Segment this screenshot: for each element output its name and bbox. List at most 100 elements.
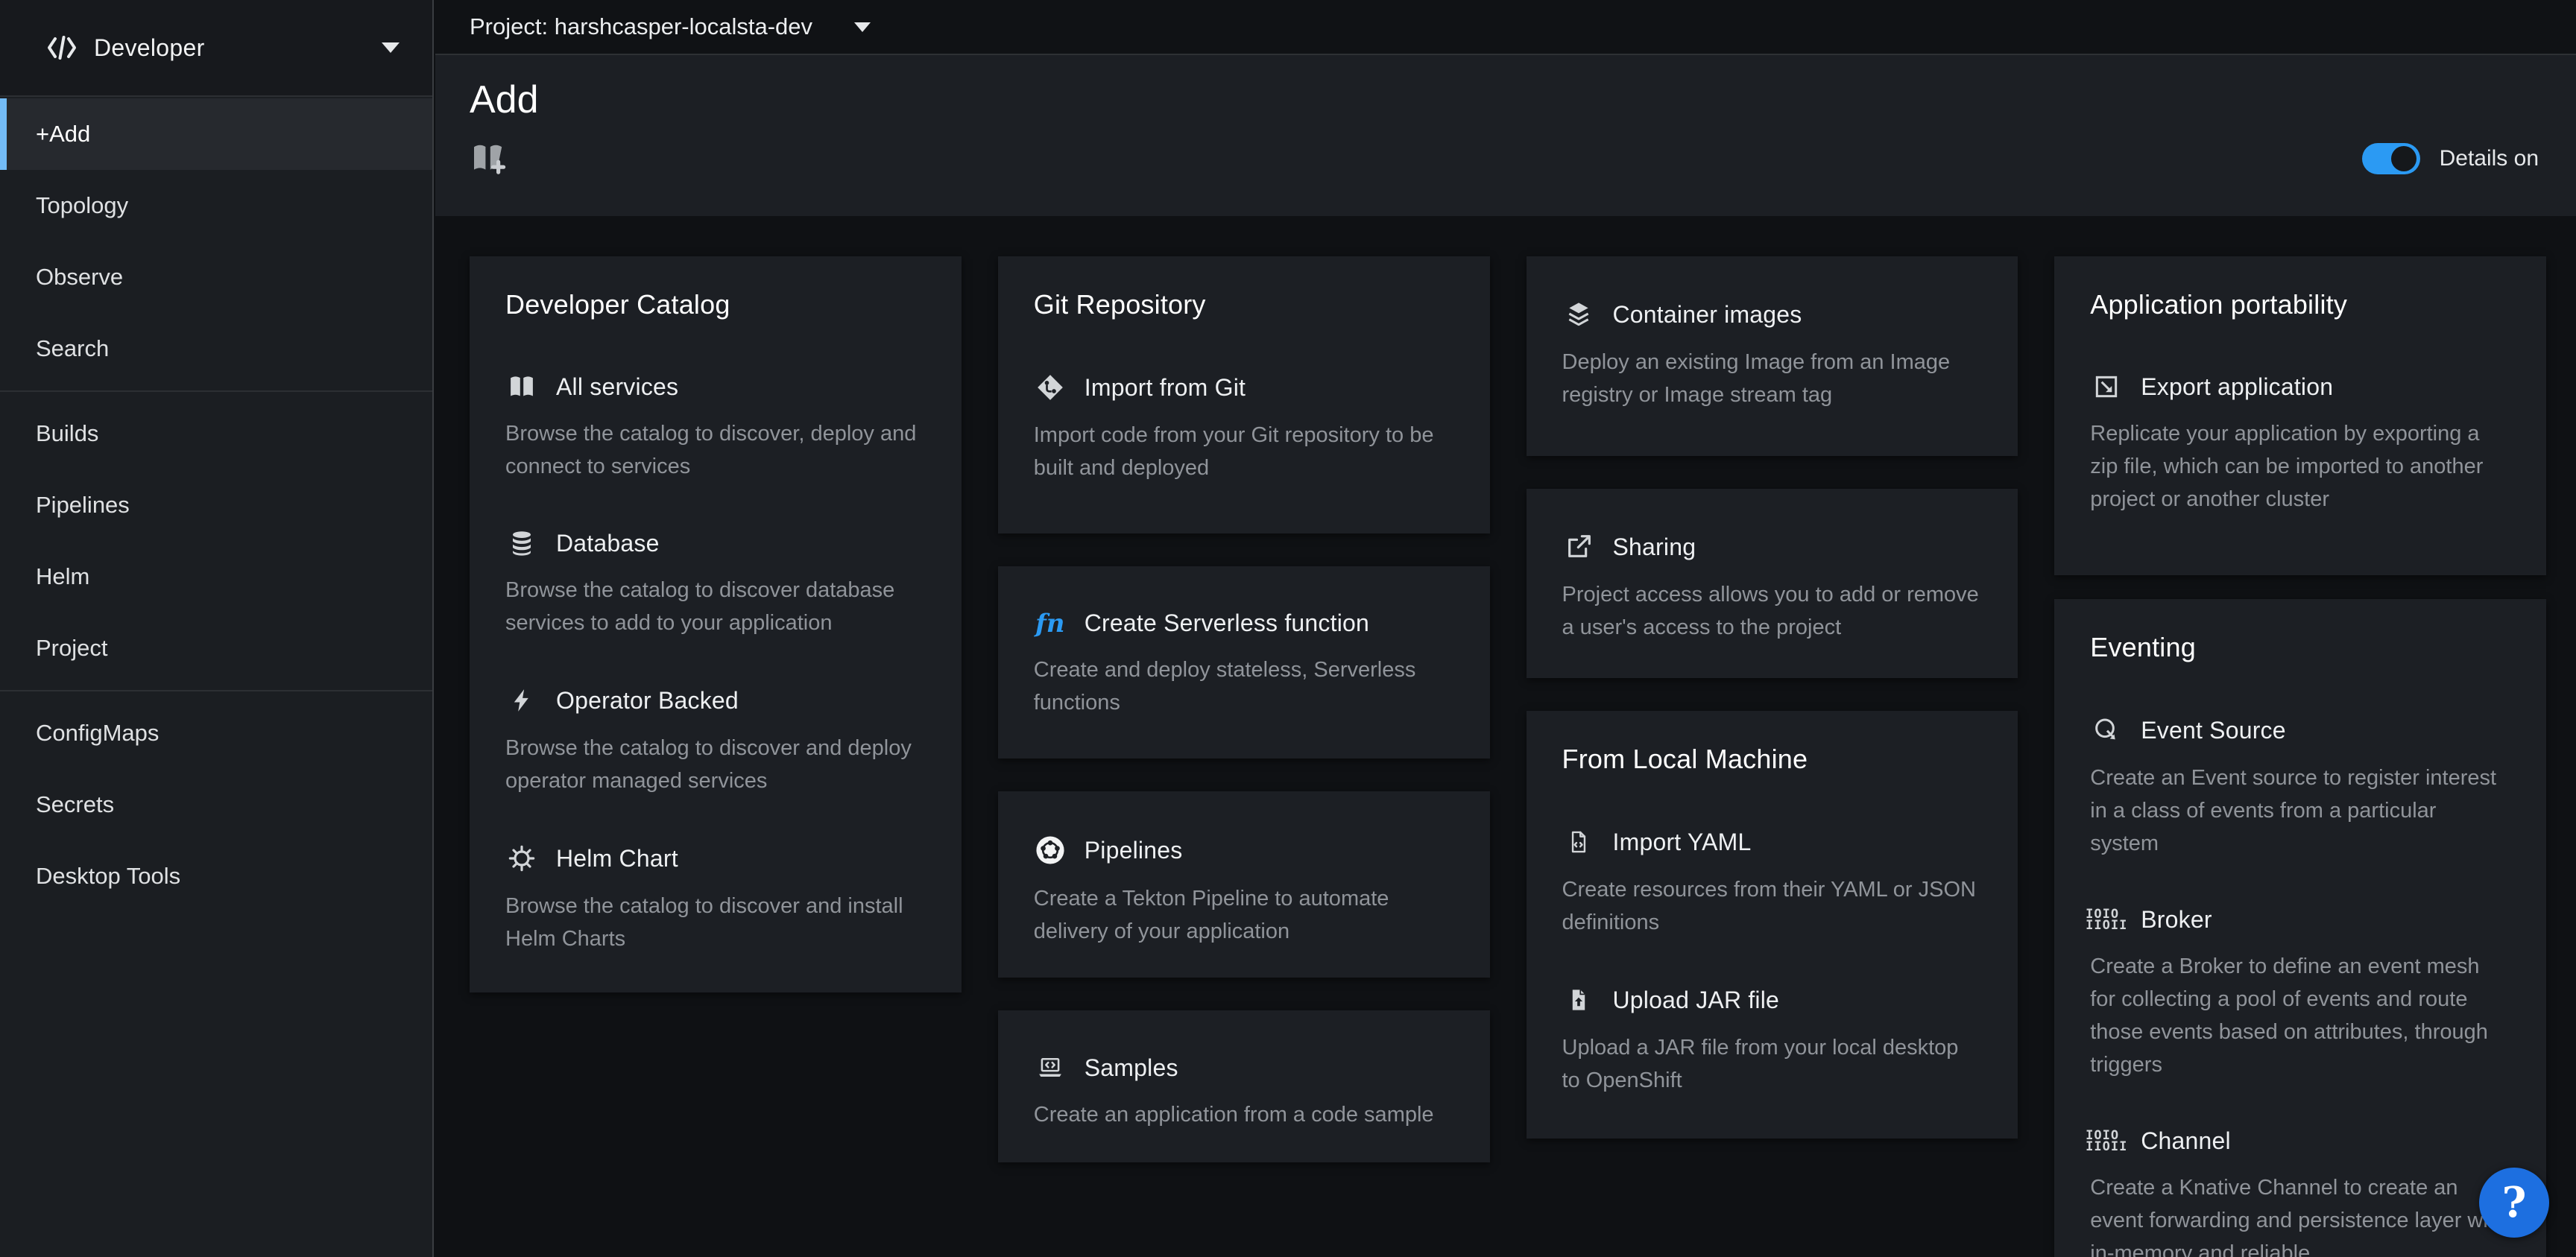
card-git-repository: Git Repository [998, 256, 1490, 533]
item-channel[interactable]: IOIOIIOII Channel Create a Knative Chann… [2090, 1127, 2510, 1257]
card-title: Git Repository [1034, 289, 1454, 320]
card-title: Eventing [2090, 632, 2510, 663]
helm-icon [505, 843, 538, 873]
sidebar: Developer +Add Topology Observe Search B… [0, 0, 434, 1257]
item-import-yaml[interactable]: Import YAML Create resources from their … [1562, 827, 1983, 939]
card-application-portability: Application portability [2054, 256, 2546, 575]
item-description: Upload a JAR file from your local deskto… [1562, 1031, 1983, 1097]
sidebar-item-helm[interactable]: Helm [0, 541, 432, 612]
card-from-local-machine: From Local Machine Im [1527, 711, 2018, 1139]
item-label: Broker [2141, 906, 2212, 934]
git-icon [1034, 373, 1067, 402]
item-container-images[interactable]: Container images Deploy an existing Imag… [1562, 300, 1983, 411]
item-operator-backed[interactable]: Operator Backed Browse the catalog to di… [505, 686, 926, 797]
bolt-icon [505, 686, 538, 715]
card-title: Developer Catalog [505, 289, 926, 320]
item-description: Browse the catalog to discover and deplo… [505, 732, 926, 797]
sidebar-item-configmaps[interactable]: ConfigMaps [0, 697, 432, 769]
card-title: From Local Machine [1562, 744, 1983, 775]
page-title: Add [470, 77, 2540, 122]
item-description: Project access allows you to add or remo… [1562, 578, 1983, 644]
item-samples[interactable]: Samples Create an application from a cod… [1034, 1054, 1454, 1131]
pipelines-tekton-icon [1034, 835, 1067, 866]
item-label: Import YAML [1613, 829, 1752, 856]
item-description: Deploy an existing Image from an Image r… [1562, 346, 1983, 411]
sidebar-item-observe[interactable]: Observe [0, 241, 432, 313]
project-selector[interactable]: Project: harshcasper-localsta-dev [435, 0, 2576, 55]
card-container-images: Container images Deploy an existing Imag… [1527, 256, 2018, 456]
item-helm-chart[interactable]: Helm Chart Browse the catalog to discove… [505, 843, 926, 955]
code-icon [46, 35, 78, 60]
toggle-knob [2391, 146, 2416, 171]
item-sharing[interactable]: Sharing Project access allows you to add… [1562, 532, 1983, 644]
item-label: Channel [2141, 1127, 2231, 1155]
add-page-content: Developer Catalog All services Br [435, 218, 2576, 1257]
item-import-from-git[interactable]: Import from Git Import code from your Gi… [1034, 373, 1454, 484]
item-upload-jar-file[interactable]: Upload JAR file Upload a JAR file from y… [1562, 985, 1983, 1097]
file-code-icon [1562, 827, 1595, 857]
sidebar-item-search[interactable]: Search [0, 313, 432, 384]
item-label: Event Source [2141, 717, 2286, 744]
item-label: Operator Backed [556, 687, 739, 715]
item-label: Import from Git [1085, 374, 1246, 402]
item-description: Create an application from a code sample [1034, 1098, 1454, 1131]
database-icon [505, 529, 538, 557]
item-label: Create Serverless function [1085, 609, 1369, 637]
nav-separator [0, 690, 432, 691]
item-event-source[interactable]: Event Source Create an Event source to r… [2090, 715, 2510, 860]
nav-separator [0, 390, 432, 392]
item-description: Browse the catalog to discover database … [505, 574, 926, 639]
item-create-serverless-function[interactable]: fn Create Serverless function Create and… [1034, 609, 1454, 719]
item-label: All services [556, 373, 678, 401]
help-button[interactable]: ? [2479, 1168, 2549, 1238]
item-label: Sharing [1613, 533, 1696, 561]
item-label: Database [556, 530, 660, 557]
item-label: Helm Chart [556, 845, 678, 873]
item-description: Create resources from their YAML or JSON… [1562, 873, 1983, 939]
item-database[interactable]: Database Browse the catalog to discover … [505, 529, 926, 639]
sidebar-item-desktop-tools[interactable]: Desktop Tools [0, 840, 432, 912]
item-export-application[interactable]: Export application Replicate your applic… [2090, 373, 2510, 516]
card-developer-catalog: Developer Catalog All services Br [470, 256, 962, 992]
sidebar-item-project[interactable]: Project [0, 612, 432, 684]
item-label: Upload JAR file [1613, 987, 1780, 1014]
book-plus-icon[interactable] [470, 140, 507, 176]
card-serverless-function: fn Create Serverless function Create and… [998, 566, 1490, 759]
item-broker[interactable]: IOIOIIOII Broker Create a Broker to defi… [2090, 906, 2510, 1081]
sidebar-item-builds[interactable]: Builds [0, 398, 432, 469]
perspective-switcher[interactable]: Developer [0, 0, 432, 97]
item-description: Create a Tekton Pipeline to automate del… [1034, 882, 1454, 948]
main-area: Project: harshcasper-localsta-dev Add De… [435, 0, 2576, 1257]
item-description: Replicate your application by exporting … [2090, 417, 2510, 516]
export-application-icon [2090, 373, 2123, 401]
broker-binary-icon: IOIOIIOII [2090, 909, 2123, 931]
card-eventing: Eventing Event Source [2054, 599, 2546, 1257]
samples-laptop-icon [1034, 1054, 1067, 1082]
details-toggle[interactable] [2362, 143, 2420, 174]
sidebar-item-topology[interactable]: Topology [0, 170, 432, 241]
layers-icon [1562, 300, 1595, 329]
item-description: Create and deploy stateless, Serverless … [1034, 653, 1454, 719]
page-header: Add Details on [435, 55, 2576, 216]
item-description: Create an Event source to register inter… [2090, 762, 2510, 860]
channel-binary-icon: IOIOIIOII [2090, 1130, 2123, 1153]
project-selector-label: Project: harshcasper-localsta-dev [470, 13, 812, 40]
sidebar-item-add[interactable]: +Add [0, 98, 432, 170]
item-pipelines[interactable]: Pipelines Create a Tekton Pipeline to au… [1034, 835, 1454, 948]
sidebar-item-secrets[interactable]: Secrets [0, 769, 432, 840]
share-icon [1562, 532, 1595, 562]
serverless-fn-icon: fn [1034, 611, 1067, 636]
sidebar-item-pipelines[interactable]: Pipelines [0, 469, 432, 541]
item-description: Browse the catalog to discover, deploy a… [505, 417, 926, 483]
item-all-services[interactable]: All services Browse the catalog to disco… [505, 373, 926, 483]
item-label: Pipelines [1085, 837, 1183, 864]
card-pipelines: Pipelines Create a Tekton Pipeline to au… [998, 791, 1490, 978]
item-description: Import code from your Git repository to … [1034, 419, 1454, 484]
event-source-icon [2090, 715, 2123, 745]
chevron-down-icon [854, 22, 871, 32]
chevron-down-icon [382, 42, 400, 53]
item-label: Container images [1613, 301, 1802, 329]
sidebar-nav: +Add Topology Observe Search Builds Pipe… [0, 97, 432, 912]
details-toggle-label: Details on [2440, 146, 2539, 171]
card-title: Application portability [2090, 289, 2510, 320]
